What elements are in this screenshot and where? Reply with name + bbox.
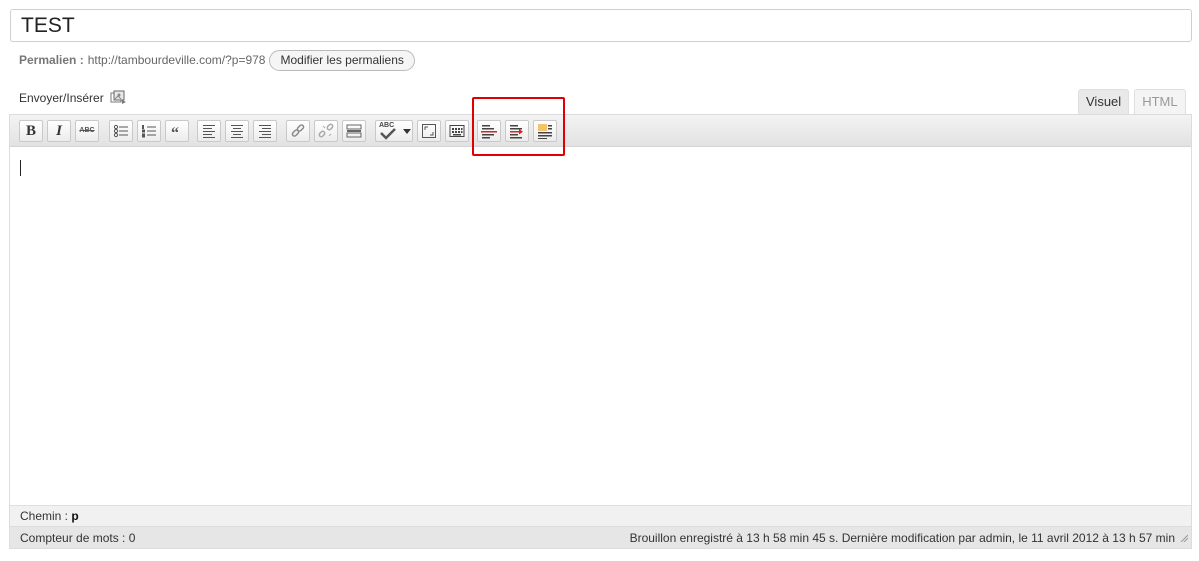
media-upload-icon[interactable] (110, 90, 126, 106)
strikeout-line-icon (481, 125, 497, 139)
element-path-bar: Chemin : p (10, 505, 1191, 526)
unlink-icon (318, 123, 334, 138)
word-count: Compteur de mots : 0 (20, 531, 136, 545)
link-icon (291, 124, 305, 137)
align-center-button[interactable] (225, 120, 249, 142)
kitchen-sink-icon (449, 125, 465, 137)
bold-button[interactable]: B (19, 120, 43, 142)
strikethrough-icon: ABC (79, 127, 95, 134)
spellcheck-button[interactable]: ABC (375, 120, 413, 142)
more-tag-icon (346, 124, 362, 138)
spellcheck-icon: ABC (379, 122, 397, 140)
permalink-url: http://tambourdeville.com/?p=978 (87, 53, 266, 67)
chevron-down-icon[interactable] (403, 129, 411, 135)
align-right-button[interactable] (253, 120, 277, 142)
highlight-line-icon (538, 124, 552, 139)
edit-permalink-button[interactable]: Modifier les permaliens (269, 49, 415, 71)
path-label: Chemin : (20, 509, 69, 523)
editor-toolbar: B I ABC “ ABC (10, 115, 1191, 147)
numbered-list-button[interactable] (137, 120, 161, 142)
editor-status-bar: Compteur de mots : 0 Brouillon enregistr… (10, 526, 1191, 548)
align-center-icon (231, 125, 243, 138)
align-left-button[interactable] (197, 120, 221, 142)
strikethrough-button[interactable]: ABC (75, 120, 99, 142)
path-element-p[interactable]: p (71, 509, 78, 523)
insert-line-icon (510, 125, 523, 139)
svg-text:“: “ (171, 125, 179, 139)
bullet-list-icon (113, 124, 128, 138)
post-editor: B I ABC “ ABC Chemin: p Compteur de mot… (9, 114, 1192, 549)
insert-link-button[interactable] (286, 120, 310, 142)
post-title-input[interactable] (10, 9, 1192, 42)
blockquote-button[interactable]: “ (165, 120, 189, 142)
align-left-icon (203, 125, 215, 138)
editor-mode-tabs: Visuel HTML (1078, 89, 1191, 114)
permalink-row: Permalien : http://tambourdeville.com/?p… (19, 49, 415, 71)
fullscreen-button[interactable] (417, 120, 441, 142)
resize-grip-icon[interactable] (1180, 534, 1188, 542)
bullet-list-button[interactable] (109, 120, 133, 142)
kitchen-sink-button[interactable] (445, 120, 469, 142)
media-upload-label: Envoyer/Insérer (19, 91, 104, 105)
unlink-button[interactable] (314, 120, 338, 142)
fullscreen-icon (422, 124, 436, 138)
permalink-label: Permalien : (19, 53, 84, 67)
strikeout-line-button[interactable] (477, 120, 501, 142)
tab-html[interactable]: HTML (1134, 89, 1186, 114)
editor-content-area[interactable] (10, 148, 1191, 505)
bold-icon: B (25, 123, 36, 139)
align-right-icon (259, 125, 271, 138)
italic-button[interactable]: I (47, 120, 71, 142)
tab-visual[interactable]: Visuel (1078, 89, 1130, 114)
draft-status: Brouillon enregistré à 13 h 58 min 45 s.… (629, 531, 1175, 545)
numbered-list-icon (142, 125, 156, 138)
insert-line-button[interactable] (505, 120, 529, 142)
blockquote-icon: “ (171, 125, 179, 139)
media-upload-row: Envoyer/Insérer (19, 89, 126, 107)
highlight-line-button[interactable] (533, 120, 557, 142)
italic-icon: I (56, 123, 62, 139)
text-caret (20, 160, 21, 176)
insert-more-button[interactable] (342, 120, 366, 142)
